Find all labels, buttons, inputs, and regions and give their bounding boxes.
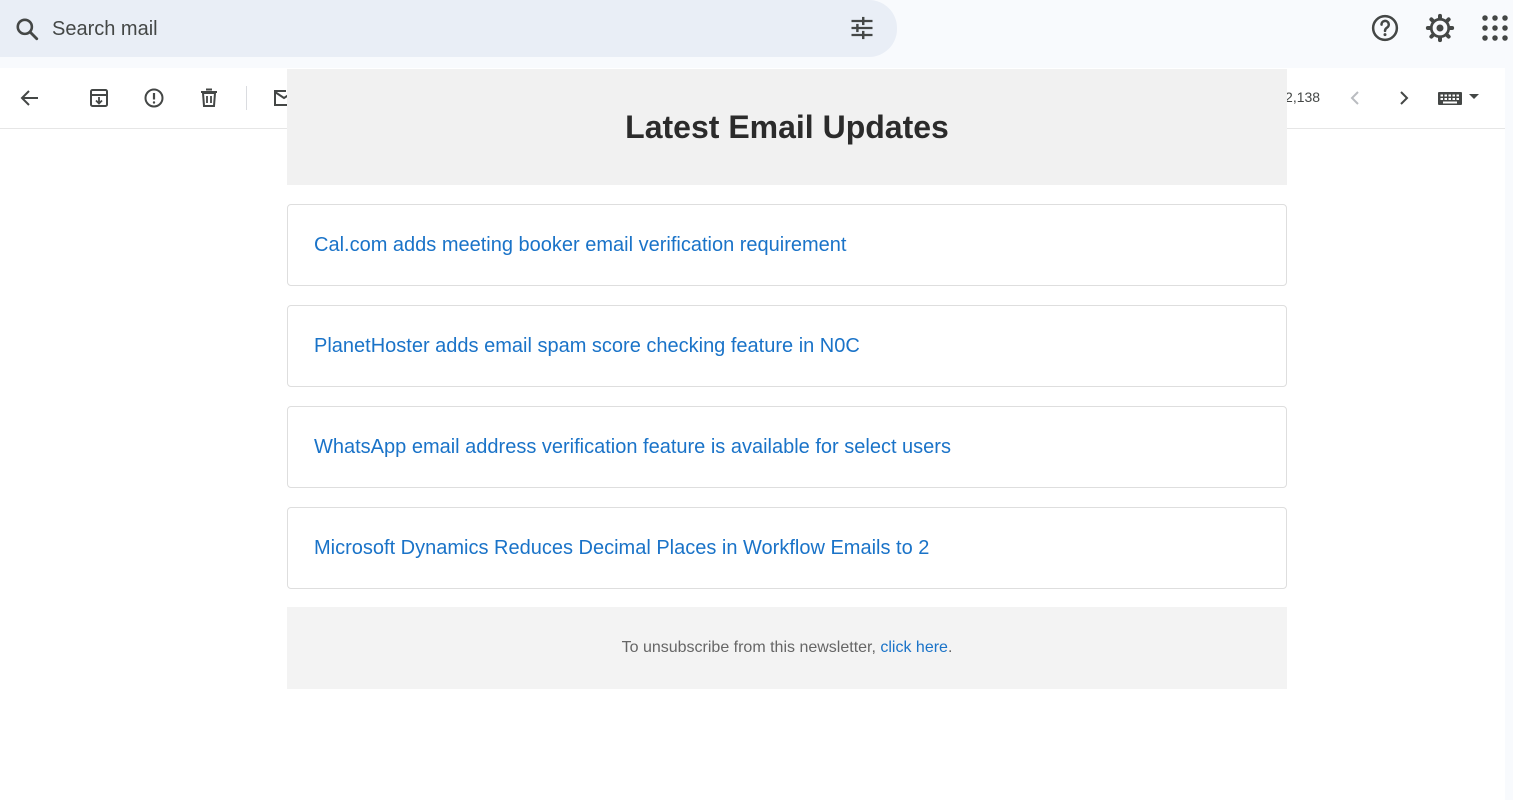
article-card: WhatsApp email address verification feat… (287, 406, 1287, 488)
tune-icon[interactable] (848, 14, 876, 42)
chevron-right-icon (1400, 91, 1409, 105)
arrow-back-icon (20, 90, 38, 106)
newsletter-title: Latest Email Updates (625, 108, 949, 145)
search-icon[interactable] (14, 16, 40, 42)
search-input[interactable] (52, 14, 812, 44)
article-link[interactable]: Cal.com adds meeting booker email verifi… (314, 234, 846, 257)
unsubscribe-link[interactable]: click here (880, 639, 948, 657)
trash-icon (201, 88, 217, 107)
back-button[interactable] (16, 84, 44, 112)
unsubscribe-suffix: . (947, 639, 953, 656)
input-tools-button[interactable] (1437, 84, 1483, 112)
apps-button[interactable] (1480, 13, 1510, 48)
help-button[interactable] (1370, 13, 1400, 48)
older-button[interactable] (1390, 84, 1418, 112)
article-card: PlanetHoster adds email spam score check… (287, 305, 1287, 387)
archive-icon (90, 89, 108, 107)
search-bar[interactable] (0, 0, 897, 57)
article-card: Microsoft Dynamics Reduces Decimal Place… (287, 507, 1287, 589)
archive-button[interactable] (85, 84, 113, 112)
delete-button[interactable] (195, 84, 223, 112)
gear-icon[interactable] (1425, 13, 1455, 43)
report-spam-icon (144, 88, 164, 108)
chevron-left-icon (1350, 91, 1359, 105)
newsletter-header: Latest Email Updates (287, 69, 1287, 185)
help-icon[interactable] (1370, 13, 1400, 43)
top-bar (0, 0, 1513, 68)
article-link[interactable]: Microsoft Dynamics Reduces Decimal Place… (314, 537, 929, 560)
apps-grid-icon[interactable] (1480, 13, 1510, 43)
toolbar-divider (246, 86, 247, 110)
newer-button[interactable] (1341, 84, 1369, 112)
newsletter-footer: To unsubscribe from this newsletter, cli… (287, 607, 1287, 689)
article-card: Cal.com adds meeting booker email verifi… (287, 204, 1287, 286)
email-body: Latest Email Updates Cal.com adds meetin… (287, 69, 1287, 689)
keyboard-icon (1438, 92, 1479, 105)
article-link[interactable]: WhatsApp email address verification feat… (314, 436, 951, 459)
unsubscribe-text: To unsubscribe from this newsletter, (621, 639, 881, 656)
settings-button[interactable] (1425, 13, 1455, 48)
article-link[interactable]: PlanetHoster adds email spam score check… (314, 335, 860, 358)
report-spam-button[interactable] (140, 84, 168, 112)
